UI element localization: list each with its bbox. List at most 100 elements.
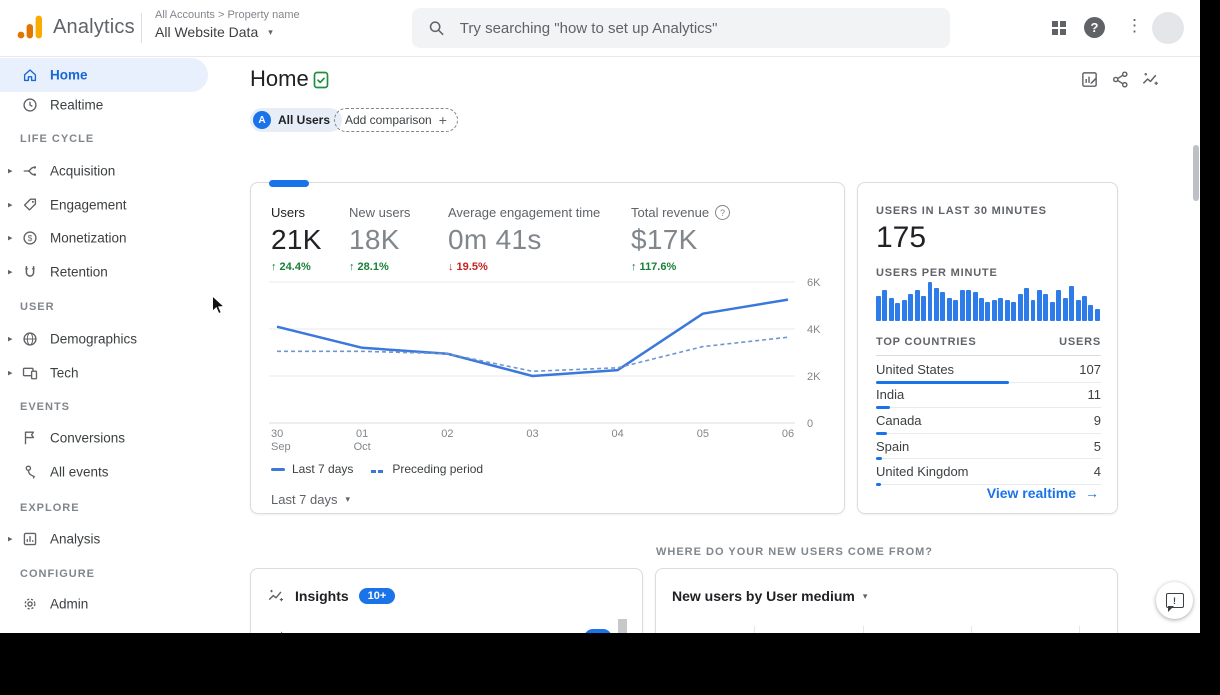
country-row: United Kingdom4 [876, 459, 1101, 485]
search-bar[interactable] [412, 8, 950, 48]
minute-bar [1018, 294, 1023, 321]
sidebar-item-monetization[interactable]: ▸$Monetization [0, 221, 208, 255]
expand-chevron-icon[interactable]: ▸ [8, 534, 13, 545]
page-title: Home [250, 66, 309, 92]
sidebar-section-header: EVENTS [20, 401, 70, 413]
analytics-logo-icon [14, 12, 44, 42]
view-realtime-link[interactable]: View realtime → [987, 485, 1099, 501]
country-name: United Kingdom [876, 464, 969, 479]
add-comparison-chip[interactable]: Add comparison + [334, 108, 458, 132]
minute-bar [979, 298, 984, 321]
report-doc-check-icon[interactable] [311, 70, 331, 90]
help-icon[interactable]: ? [715, 205, 730, 220]
expand-chevron-icon[interactable]: ▸ [8, 334, 13, 345]
metric-tab-users[interactable]: Users21K↑ 24.4% [271, 205, 322, 273]
country-row: India11 [876, 383, 1101, 409]
sidebar-item-realtime[interactable]: Realtime [0, 88, 208, 122]
countries-table-header: TOP COUNTRIES USERS [876, 336, 1101, 356]
sidebar-item-home[interactable]: Home [0, 58, 208, 92]
product-name: Analytics [53, 16, 135, 39]
new-users-card: New users by User medium ▾ [655, 568, 1118, 633]
gridline [863, 626, 864, 633]
metric-tab-average-engagement-time[interactable]: Average engagement time0m 41s↓ 19.5% [448, 205, 600, 273]
insights-card: Insights 10+ ✦ [250, 568, 643, 633]
metric-tab-total-revenue[interactable]: Total revenue?$17K↑ 117.6% [631, 205, 730, 273]
property-switcher[interactable]: All Accounts > Property name All Website… [155, 9, 300, 40]
sidebar-item-all-events[interactable]: All events [0, 455, 208, 489]
minute-bar [960, 290, 965, 321]
chevron-down-icon: ▾ [346, 494, 351, 505]
kebab-menu-icon[interactable]: ⋮ [1126, 16, 1143, 36]
expand-chevron-icon[interactable]: ▸ [8, 368, 13, 379]
svg-text:30: 30 [271, 428, 283, 440]
minute-bar [889, 298, 894, 321]
card-scrollbar[interactable] [618, 619, 627, 633]
expand-chevron-icon[interactable]: ▸ [8, 233, 13, 244]
home-icon [21, 66, 39, 84]
customize-report-icon[interactable] [1080, 70, 1099, 89]
apps-grid-icon[interactable] [1051, 20, 1067, 36]
minute-bar [895, 303, 900, 321]
avatar[interactable] [1152, 12, 1184, 44]
realtime-title: USERS IN LAST 30 MINUTES [876, 205, 1047, 217]
sidebar-section-header: EXPLORE [20, 502, 80, 514]
sidebar-item-label: Acquisition [50, 164, 115, 179]
country-users: 5 [1094, 439, 1101, 454]
sidebar-item-tech[interactable]: ▸Tech [0, 356, 208, 390]
share-icon[interactable] [1111, 70, 1130, 89]
expand-chevron-icon[interactable]: ▸ [8, 200, 13, 211]
feedback-button[interactable]: ! [1156, 582, 1193, 619]
countries-table: United States107India11Canada9Spain5Unit… [876, 357, 1101, 485]
page-scrollbar[interactable] [1193, 145, 1199, 201]
insights-header[interactable]: Insights 10+ [267, 587, 395, 605]
minute-bar [985, 302, 990, 322]
minute-bar [928, 282, 933, 321]
minute-bar [915, 290, 920, 321]
arrow-right-icon: → [1085, 485, 1099, 501]
sidebar-nav: HomeRealtimeLIFE CYCLE▸Acquisition▸Engag… [0, 56, 240, 633]
sidebar-item-analysis[interactable]: ▸Analysis [0, 522, 208, 556]
sidebar-item-engagement[interactable]: ▸ Engagement [0, 188, 208, 222]
sidebar-item-label: Retention [50, 265, 108, 280]
all-users-chip[interactable]: A All Users [250, 108, 342, 132]
gear-icon [21, 595, 39, 613]
expand-chevron-icon[interactable]: ▸ [8, 166, 13, 177]
minute-bar [1056, 290, 1061, 321]
chart-legend: Last 7 daysPreceding period [271, 462, 483, 476]
minute-bar [1076, 300, 1081, 322]
sidebar-item-retention[interactable]: ▸ Retention [0, 255, 208, 289]
sparkle-icon: ✦ [277, 629, 286, 633]
analysis-icon [21, 530, 39, 548]
help-icon[interactable]: ? [1084, 17, 1105, 38]
new-users-widget-selector[interactable]: New users by User medium ▾ [672, 588, 867, 604]
svg-text:4K: 4K [807, 324, 821, 336]
users-per-minute-bar-chart [876, 282, 1100, 321]
date-range-selector[interactable]: Last 7 days ▾ [271, 492, 350, 507]
segment-avatar: A [253, 111, 271, 129]
sidebar-item-demographics[interactable]: ▸Demographics [0, 322, 208, 356]
sidebar-item-conversions[interactable]: Conversions [0, 421, 208, 455]
analytics-logo[interactable]: Analytics [14, 12, 135, 42]
top-bar: Analytics All Accounts > Property name A… [0, 0, 1200, 57]
search-input[interactable] [458, 19, 934, 38]
sidebar-item-label: Monetization [50, 231, 127, 246]
sidebar-item-acquisition[interactable]: ▸ Acquisition [0, 154, 208, 188]
country-row: Spain 5 [876, 434, 1101, 460]
minute-bar [1063, 298, 1068, 321]
sidebar-item-admin[interactable]: Admin [0, 587, 208, 621]
insights-icon[interactable] [1141, 70, 1160, 89]
minute-bar [1095, 309, 1100, 321]
minute-bar [992, 300, 997, 322]
expand-chevron-icon[interactable]: ▸ [8, 267, 13, 278]
country-name: Spain [876, 439, 909, 454]
sidebar-item-label: Engagement [50, 198, 127, 213]
breadcrumb: All Accounts > Property name [155, 9, 300, 21]
metric-tab-new-users[interactable]: New users18K↑ 28.1% [349, 205, 410, 273]
country-users: 9 [1094, 413, 1101, 428]
minute-bar [1024, 288, 1029, 321]
active-tab-indicator [269, 180, 309, 187]
realtime-card: USERS IN LAST 30 MINUTES 175 USERS PER M… [857, 182, 1118, 514]
insights-count-badge: 10+ [359, 588, 396, 604]
country-name: Canada [876, 413, 922, 428]
add-icon: + [439, 112, 447, 128]
